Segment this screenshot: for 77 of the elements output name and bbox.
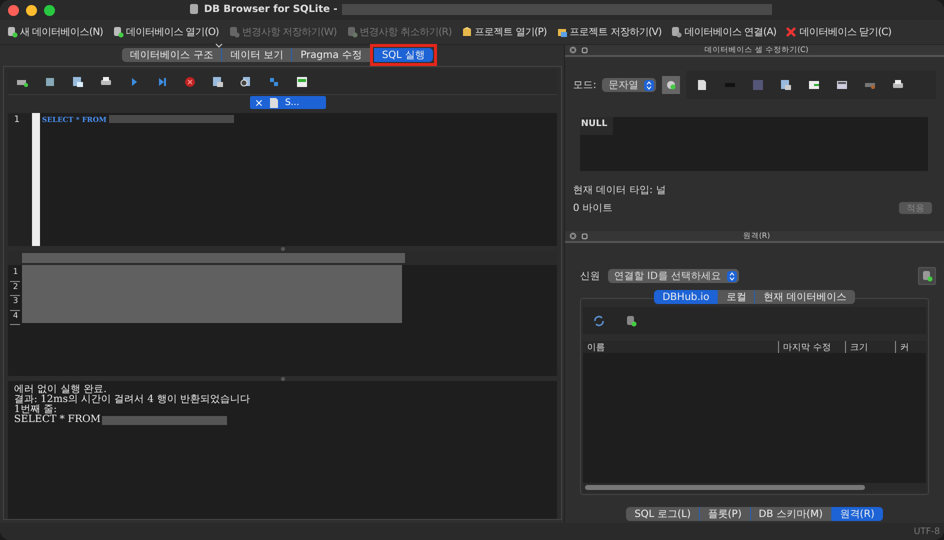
row-number: 2: [10, 282, 20, 296]
database-icon: [921, 270, 933, 282]
toolbar-button[interactable]: 데이터베이스 연결(A): [670, 25, 776, 39]
tab[interactable]: 로컬: [717, 290, 754, 304]
window-title: DB Browser for SQLite -: [204, 4, 338, 14]
tab[interactable]: 데이터 보기: [221, 48, 292, 62]
window-icon: [836, 79, 848, 91]
page-icon: [696, 79, 708, 91]
database-icon: [228, 26, 240, 38]
column-header[interactable]: 커: [896, 341, 926, 353]
identity-label: 신원: [580, 270, 600, 283]
export-icon: [212, 76, 224, 88]
toolbar-button[interactable]: 프로젝트 저장하기(V): [556, 25, 662, 39]
mode-label: 모드:: [573, 79, 596, 92]
tab[interactable]: SQL 실행: [374, 48, 433, 62]
database-plus-icon: [6, 26, 18, 38]
tab[interactable]: DBHub.io: [654, 290, 718, 304]
float-icon: [581, 46, 589, 54]
column-header[interactable]: 이름: [583, 341, 779, 353]
tab[interactable]: Pragma 수정: [291, 48, 370, 62]
mode-select[interactable]: 문자열: [602, 78, 656, 92]
identity-select[interactable]: 연결할 ID를 선택하세요: [608, 269, 740, 283]
data-type-text: 현재 데이터 타입: 널: [573, 184, 666, 197]
cell-value: NULL: [580, 117, 613, 135]
tab[interactable]: 원격(R): [830, 507, 883, 521]
row-number: 4: [10, 310, 20, 325]
database-plus-icon: [112, 26, 124, 38]
encoding-label: UTF-8: [914, 526, 940, 536]
close-icon: [785, 26, 798, 38]
refresh-icon: [593, 314, 605, 326]
zoom-button[interactable]: [44, 4, 55, 16]
row-number: 1: [10, 267, 20, 282]
size-text: 0 바이트: [573, 202, 613, 215]
find-icon: [240, 76, 252, 88]
editor-tab[interactable]: S...: [250, 96, 326, 109]
scrollbar-thumb[interactable]: [585, 485, 865, 490]
box-icon: [460, 26, 473, 38]
auto-format-button[interactable]: [662, 76, 680, 94]
toolbar-button[interactable]: 데이터베이스 닫기(C): [785, 25, 892, 39]
tab[interactable]: DB 스키마(M): [750, 507, 831, 521]
step-icon: [156, 76, 168, 88]
print-icon: [100, 76, 112, 88]
updown-icon: [646, 80, 652, 90]
import-icon: [808, 79, 820, 91]
toolbar-button[interactable]: 데이터베이스 열기(O): [112, 25, 219, 39]
export-icon: [780, 79, 792, 91]
folder-icon: [44, 76, 56, 88]
message-line: 1번째 줄:: [14, 405, 57, 415]
database-button[interactable]: [918, 267, 936, 285]
row-number: 3: [10, 296, 20, 310]
column-header[interactable]: 크기: [846, 341, 896, 353]
float-icon: [581, 232, 589, 240]
tab[interactable]: 데이터베이스 구조: [122, 48, 222, 62]
toolbar-button[interactable]: 새 데이터베이스(N): [6, 25, 103, 39]
toolbar-button[interactable]: 프로젝트 열기(P): [460, 25, 547, 39]
database-icon: [670, 26, 682, 38]
line-number: 1: [14, 115, 21, 125]
message-line: SELECT * FROM: [14, 415, 101, 425]
database-icon: [188, 3, 200, 15]
box-icon: [556, 26, 568, 38]
tab[interactable]: SQL 로그(L): [626, 507, 699, 521]
comment-icon: [296, 76, 308, 88]
tab[interactable]: 현재 데이터베이스: [754, 290, 855, 304]
database-icon: [346, 26, 358, 38]
minimize-button[interactable]: [26, 4, 37, 16]
message-line: 에러 없이 실행 완료.: [14, 385, 107, 395]
updown-icon: [729, 272, 736, 280]
replace-icon: [268, 76, 280, 88]
close-icon: [255, 98, 263, 106]
column-header[interactable]: 마지막 수정: [779, 341, 846, 353]
print-icon: [892, 79, 904, 91]
close-icon: [569, 232, 577, 240]
stop-icon: [184, 76, 196, 88]
tab[interactable]: 플롯(P): [698, 507, 750, 521]
close-button[interactable]: [8, 4, 19, 16]
database-plus-icon: [625, 314, 637, 326]
message-line: 결과: 12ms의 시간이 걸려서 4 행이 반환되었습니다: [14, 395, 250, 405]
